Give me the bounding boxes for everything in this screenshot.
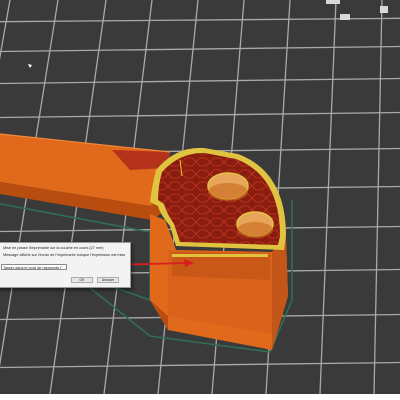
build-plate-scene[interactable] — [0, 0, 400, 394]
cursor-mark — [28, 64, 32, 68]
bottom-strip — [0, 394, 400, 400]
pause-message-input[interactable]: Tasser dans le bord de raymonde l'imprim… — [1, 264, 67, 270]
3d-viewport[interactable]: Mise en pause l'imprimante sur la couche… — [0, 0, 400, 394]
dialog-message-label: Message affiché sur l'écran de l'imprima… — [3, 253, 126, 257]
pause-message-value: Tasser dans le bord de raymonde l'imprim… — [3, 265, 62, 270]
cancel-button[interactable]: Annuler — [97, 277, 119, 283]
pause-print-dialog: Mise en pause l'imprimante sur la couche… — [0, 242, 131, 288]
ok-button[interactable]: OK — [71, 277, 93, 283]
dialog-pause-text: Mise en pause l'imprimante sur la couche… — [3, 246, 104, 250]
